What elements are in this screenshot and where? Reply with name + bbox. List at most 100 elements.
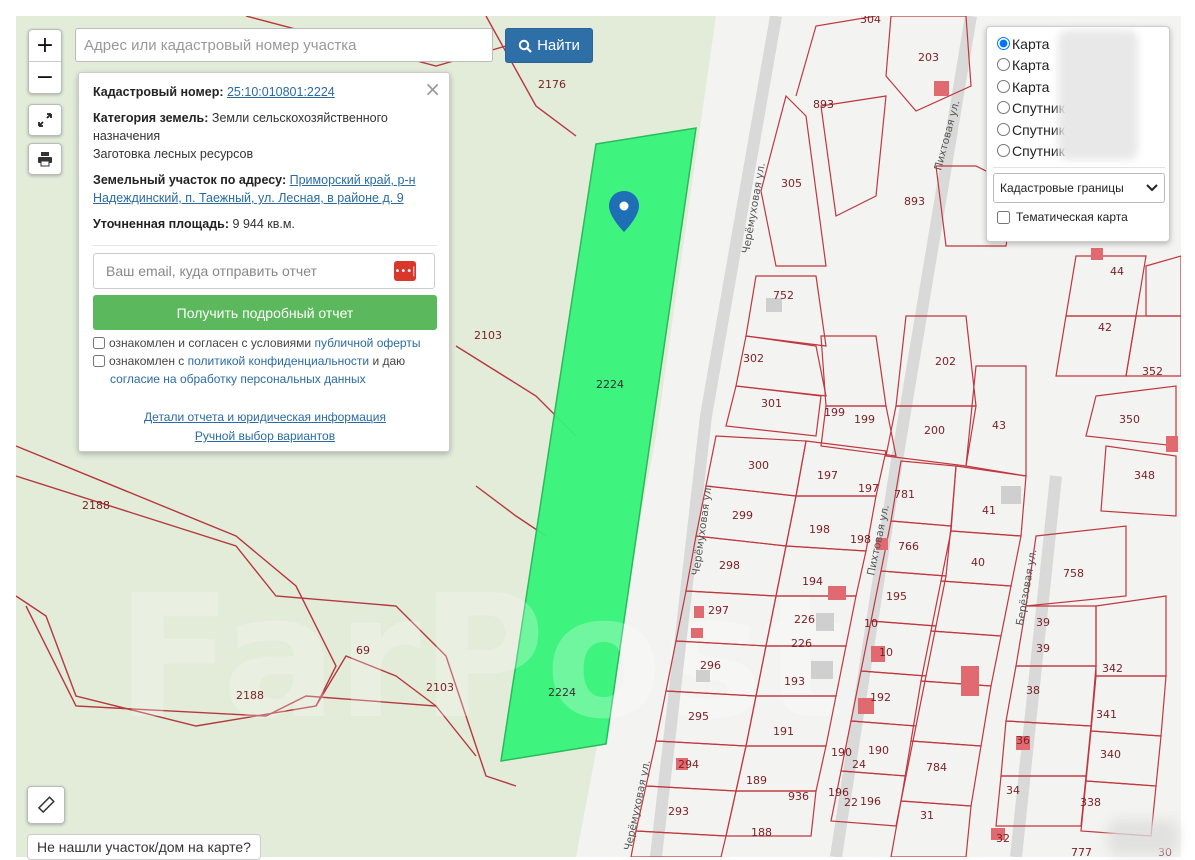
- layer-option-satellite-1[interactable]: Спутник: [997, 97, 1065, 118]
- street-label: Пихтовая ул.: [932, 99, 962, 172]
- measure-button[interactable]: [27, 786, 65, 824]
- plot-label: 305: [781, 177, 802, 190]
- land-use-value: Заготовка лесных ресурсов: [93, 147, 254, 161]
- layer-option-map-1[interactable]: Карта: [997, 33, 1049, 54]
- manual-selection-link[interactable]: Ручной выбор вариантов: [195, 429, 335, 443]
- layer-option-satellite-3[interactable]: Спутник: [997, 140, 1065, 161]
- search-button[interactable]: Найти: [505, 28, 593, 63]
- layer-radio[interactable]: [997, 80, 1010, 93]
- plot-label: 34: [1006, 784, 1020, 797]
- offer-consent-row: ознакомлен и согласен с условиями публич…: [93, 334, 433, 352]
- plot-label: 200: [924, 424, 945, 437]
- plot-label: 301: [761, 397, 782, 410]
- get-report-button[interactable]: Получить подробный отчет: [93, 295, 437, 330]
- search-icon: [518, 39, 532, 53]
- search-input[interactable]: [75, 28, 493, 62]
- plot-label: 193: [784, 675, 805, 688]
- plot-label: 2188: [236, 689, 264, 702]
- thematic-map-toggle[interactable]: Тематическая карта: [997, 210, 1128, 224]
- layer-option-map-3[interactable]: Карта: [997, 76, 1049, 97]
- plot-label: 298: [719, 559, 740, 572]
- street-label: Черёмуховая ул.: [622, 759, 653, 852]
- plot-label: 39: [1036, 642, 1050, 655]
- manual-link-row: Ручной выбор вариантов: [79, 429, 451, 443]
- layer-label: Спутник: [1012, 99, 1065, 116]
- print-button[interactable]: [28, 143, 62, 175]
- layer-radio[interactable]: [997, 37, 1010, 50]
- offer-checkbox[interactable]: [93, 337, 105, 349]
- plot-label: 42: [1098, 321, 1112, 334]
- plot-label: 2103: [474, 329, 502, 342]
- plot-label: 199: [824, 406, 845, 419]
- plot-label: 777: [1071, 846, 1092, 857]
- plot-label: 190: [831, 746, 852, 759]
- privacy-consent-row: ознакомлен с политикой конфиденциальност…: [93, 352, 433, 388]
- plot-label: 350: [1119, 413, 1140, 426]
- thematic-checkbox[interactable]: [997, 210, 1010, 224]
- privacy-consent-text-a: ознакомлен с: [109, 354, 185, 368]
- redacted-area: [1058, 30, 1138, 160]
- plot-label: 43: [992, 419, 1006, 432]
- plot-label: 32: [996, 832, 1010, 845]
- email-field[interactable]: [94, 254, 398, 288]
- password-manager-icon[interactable]: •••|: [394, 261, 416, 281]
- overlay-select-value: Кадастровые границы: [1000, 181, 1124, 195]
- plot-label: 40: [971, 556, 985, 569]
- plot-label: 752: [773, 289, 794, 302]
- printer-icon: [38, 152, 52, 167]
- layer-label: Карта: [1012, 56, 1050, 73]
- layer-radio[interactable]: [997, 144, 1010, 157]
- overlay-select[interactable]: Кадастровые границы: [993, 173, 1165, 203]
- thematic-label: Тематическая карта: [1016, 210, 1128, 224]
- layer-radio[interactable]: [997, 58, 1010, 71]
- plot-label: 2224: [548, 686, 576, 699]
- expand-icon: [38, 113, 52, 127]
- privacy-checkbox[interactable]: [93, 355, 105, 367]
- plot-label: 196: [860, 795, 881, 808]
- plot-label: 893: [813, 98, 834, 111]
- plot-label: 197: [817, 469, 838, 482]
- public-offer-link[interactable]: публичной оферты: [314, 336, 420, 350]
- plot-label: 766: [898, 540, 919, 553]
- cadastral-number-link[interactable]: 25:10:010801:2224: [227, 85, 335, 99]
- plot-label: 226: [794, 613, 815, 626]
- street-label: Черёмуховая ул.: [690, 484, 715, 577]
- fullscreen-button[interactable]: [28, 104, 62, 136]
- offer-consent-text: ознакомлен и согласен с условиями: [109, 336, 312, 350]
- plot-label: 69: [356, 644, 370, 657]
- plot-label: 784: [926, 761, 947, 774]
- plot-label: 199: [854, 413, 875, 426]
- layer-option-satellite-2[interactable]: Спутник: [997, 119, 1065, 140]
- plot-label: 348: [1134, 469, 1155, 482]
- report-details-link[interactable]: Детали отчета и юридическая информация: [144, 410, 386, 424]
- chevron-down-icon: [1146, 184, 1158, 192]
- zoom-control: + −: [28, 29, 62, 94]
- zoom-in-button[interactable]: +: [29, 30, 61, 61]
- privacy-policy-link[interactable]: политикой конфиденциальности: [188, 354, 369, 368]
- parcel-info-popup: × Кадастровый номер: 25:10:010801:2224 К…: [78, 72, 450, 452]
- layer-label: Карта: [1012, 35, 1050, 52]
- ruler-icon: [37, 796, 55, 814]
- layer-radio[interactable]: [997, 123, 1010, 136]
- plot-label: 2224: [596, 378, 624, 391]
- plot-label: 293: [668, 805, 689, 818]
- plot-label: 36: [1016, 734, 1030, 747]
- personal-data-consent-link[interactable]: согласие на обработку персональных данны…: [110, 372, 366, 386]
- layer-label: Карта: [1012, 78, 1050, 95]
- plot-label: 31: [920, 809, 934, 822]
- layer-label: Спутник: [1012, 121, 1065, 138]
- plot-label: 2176: [538, 78, 566, 91]
- layer-radio[interactable]: [997, 101, 1010, 114]
- redacted-area: [1108, 820, 1178, 855]
- zoom-out-button[interactable]: −: [29, 61, 61, 93]
- plot-label: 198: [809, 523, 830, 536]
- plot-label: 304: [860, 16, 881, 26]
- not-found-button[interactable]: Не нашли участок/дом на карте?: [27, 834, 261, 860]
- plot-label: 352: [1142, 365, 1163, 378]
- privacy-consent-text-b: и даю: [372, 354, 406, 368]
- close-icon[interactable]: ×: [424, 77, 441, 101]
- layer-option-map-2[interactable]: Карта: [997, 54, 1049, 75]
- plot-label: 226: [791, 637, 812, 650]
- plot-label: 295: [688, 710, 709, 723]
- plot-label: 39: [1036, 616, 1050, 629]
